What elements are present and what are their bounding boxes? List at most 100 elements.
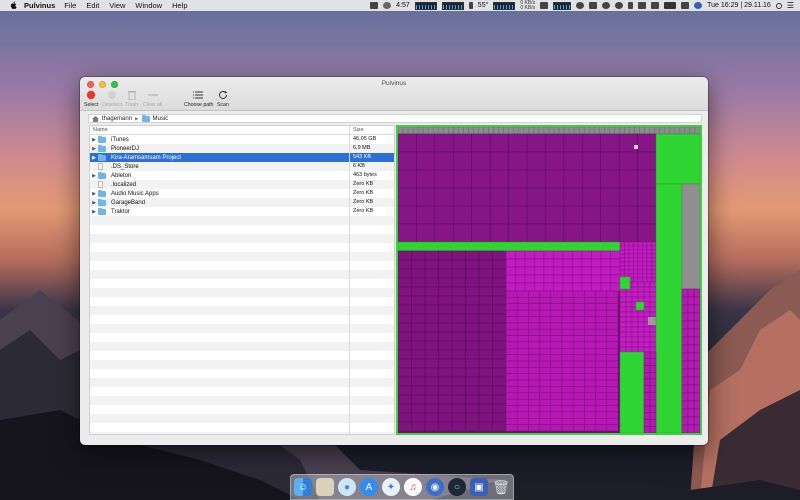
disclosure-triangle-icon[interactable]: ▶	[90, 137, 98, 143]
treemap-cell-magenta[interactable]	[681, 288, 689, 298]
treemap-cell-magenta[interactable]	[631, 321, 639, 328]
treemap-cell-purple[interactable]	[492, 322, 507, 333]
treemap-cell-magenta[interactable]	[505, 386, 518, 394]
treemap-cell-magenta[interactable]	[516, 309, 529, 317]
treemap-cell-magenta[interactable]	[539, 398, 552, 406]
treemap-cell-magenta[interactable]	[562, 258, 573, 268]
treemap-view[interactable]	[396, 125, 702, 435]
treemap-cell-magenta[interactable]	[539, 322, 552, 330]
treemap-cell-purple[interactable]	[398, 358, 412, 369]
treemap-cell-magenta[interactable]	[572, 411, 585, 419]
treemap-cell-magenta[interactable]	[572, 367, 585, 374]
treemap-cell-magenta[interactable]	[595, 424, 608, 432]
treemap-cell-purple[interactable]	[478, 403, 493, 414]
treemap-cell-magenta[interactable]	[505, 405, 518, 413]
treemap-cell-purple[interactable]	[453, 205, 472, 225]
treemap-cell-purple[interactable]	[424, 349, 439, 360]
treemap-cell-magenta[interactable]	[693, 344, 700, 354]
treemap-cell-purple[interactable]	[478, 313, 493, 324]
treemap-cell-magenta[interactable]	[572, 360, 585, 368]
treemap-cell-purple[interactable]	[492, 259, 507, 270]
treemap-cell-magenta[interactable]	[591, 282, 602, 292]
treemap-cell-magenta[interactable]	[637, 336, 645, 343]
treemap-cell-gray[interactable]	[463, 127, 469, 135]
treemap-cell-magenta[interactable]	[539, 341, 552, 349]
table-row[interactable]: ▶ iTunes 46,05 GB	[90, 135, 394, 144]
treemap-cell-magenta[interactable]	[595, 411, 608, 419]
treemap-cell-magenta[interactable]	[550, 411, 563, 419]
treemap-cell-magenta[interactable]	[572, 309, 585, 317]
treemap-cell-purple[interactable]	[424, 376, 439, 387]
treemap-cell-magenta[interactable]	[550, 322, 563, 330]
treemap-cell-purple[interactable]	[492, 358, 507, 369]
treemap-cell-magenta[interactable]	[693, 352, 700, 362]
treemap-cell-gray[interactable]	[402, 127, 409, 135]
treemap-cell-magenta[interactable]	[562, 274, 573, 284]
treemap-cell-gray[interactable]	[614, 127, 620, 135]
treemap-cell-purple[interactable]	[637, 133, 657, 153]
treemap-cell-magenta[interactable]	[643, 346, 651, 353]
treemap-cell-purple[interactable]	[508, 223, 528, 243]
treemap-cell-magenta[interactable]	[693, 400, 700, 410]
treemap-cell-magenta[interactable]	[524, 282, 535, 292]
treemap-cell-purple[interactable]	[492, 286, 507, 297]
treemap-cell-purple[interactable]	[424, 403, 439, 414]
treemap-cell-magenta[interactable]	[606, 328, 619, 336]
treemap-cell-magenta[interactable]	[553, 250, 564, 260]
treemap-cell-magenta[interactable]	[528, 335, 540, 343]
treemap-cell-magenta[interactable]	[550, 309, 563, 317]
treemap-cell-magenta[interactable]	[584, 398, 596, 406]
treemap-cell-purple[interactable]	[582, 205, 601, 225]
treemap-cell-magenta[interactable]	[642, 253, 648, 259]
treemap-cell-gray[interactable]	[453, 127, 459, 135]
treemap-cell-purple[interactable]	[489, 151, 509, 171]
treemap-cell-magenta[interactable]	[581, 258, 592, 268]
treemap-cell-magenta[interactable]	[610, 282, 621, 292]
treemap-cell-magenta[interactable]	[687, 384, 695, 394]
input-source-icon[interactable]	[681, 2, 690, 9]
treemap-cell-magenta[interactable]	[637, 316, 645, 323]
treemap-cell-magenta[interactable]	[561, 348, 574, 355]
treemap-cell-purple[interactable]	[398, 313, 412, 324]
treemap-cell-purple[interactable]	[424, 286, 439, 297]
treemap-cell-magenta[interactable]	[643, 412, 651, 420]
treemap-cell-magenta[interactable]	[584, 367, 596, 374]
treemap-cell-magenta[interactable]	[606, 322, 619, 330]
treemap-cell-purple[interactable]	[411, 331, 426, 342]
treemap-cell-purple[interactable]	[545, 187, 565, 207]
clear-all-button[interactable]: Clear all	[143, 88, 162, 108]
treemap-cell-magenta[interactable]	[649, 326, 657, 333]
treemap-cell-magenta[interactable]	[687, 408, 695, 418]
treemap-cell-magenta[interactable]	[625, 306, 633, 313]
treemap-cell-magenta[interactable]	[637, 286, 645, 293]
treemap-cell-magenta[interactable]	[631, 281, 639, 288]
treemap-cell-purple[interactable]	[451, 286, 466, 297]
treemap-cell-magenta[interactable]	[515, 282, 526, 292]
treemap-cell-purple[interactable]	[465, 295, 480, 306]
treemap-cell-magenta[interactable]	[628, 265, 634, 271]
notification-center-icon[interactable]: ☰	[787, 1, 794, 10]
treemap-cell-purple[interactable]	[600, 205, 620, 225]
treemap-cell-purple[interactable]	[424, 304, 439, 315]
treemap-cell-magenta[interactable]	[543, 282, 554, 292]
treemap-cell-magenta[interactable]	[561, 379, 574, 387]
treemap-cell-purple[interactable]	[492, 313, 507, 324]
treemap-cell-magenta[interactable]	[505, 418, 518, 425]
treemap-cell-magenta[interactable]	[651, 245, 657, 251]
treemap-cell-purple[interactable]	[398, 223, 417, 243]
treemap-cell-magenta[interactable]	[516, 297, 529, 304]
appstore-icon[interactable]: A	[360, 478, 378, 496]
treemap-cell-magenta[interactable]	[572, 250, 583, 260]
treemap-cell-magenta[interactable]	[649, 392, 657, 400]
treemap-cell-gray[interactable]	[412, 127, 419, 135]
treemap-cell-magenta[interactable]	[528, 418, 540, 425]
treemap-cell-magenta[interactable]	[550, 367, 563, 374]
battery-icon[interactable]	[664, 2, 677, 9]
treemap-cell-magenta[interactable]	[505, 392, 518, 400]
disclosure-triangle-icon[interactable]: ▶	[90, 209, 98, 215]
treemap-cell-purple[interactable]	[434, 187, 454, 207]
treemap-cell-magenta[interactable]	[561, 360, 574, 368]
treemap-cell-purple[interactable]	[478, 331, 493, 342]
treemap-cell-purple[interactable]	[637, 205, 657, 225]
treemap-cell-magenta[interactable]	[584, 309, 596, 317]
